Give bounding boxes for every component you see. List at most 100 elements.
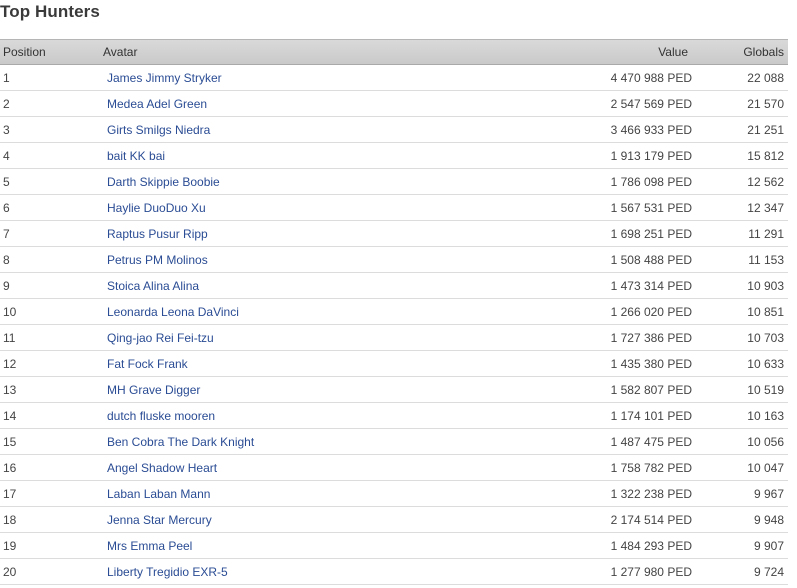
column-header-position[interactable]: Position — [0, 39, 100, 65]
globals-cell: 10 903 — [692, 272, 788, 299]
position-cell: 13 — [0, 376, 100, 403]
avatar-link[interactable]: Girts Smilgs Niedra — [107, 123, 210, 137]
avatar-link[interactable]: MH Grave Digger — [107, 383, 200, 397]
value-cell: 1 913 179 PED — [400, 142, 692, 169]
table-row: 3 Girts Smilgs Niedra 3 466 933 PED 21 251 — [0, 116, 788, 143]
avatar-link[interactable]: Laban Laban Mann — [107, 487, 210, 501]
column-header-value[interactable]: Value — [400, 39, 692, 65]
avatar-cell: MH Grave Digger — [100, 376, 400, 403]
top-hunters-table: Position Avatar Value Globals 1 James Jim… — [0, 39, 788, 585]
value-cell: 1 582 807 PED — [400, 376, 692, 403]
position-cell: 16 — [0, 454, 100, 481]
table-row: 9 Stoica Alina Alina 1 473 314 PED 10 903 — [0, 272, 788, 299]
value-cell: 1 698 251 PED — [400, 220, 692, 247]
globals-cell: 10 047 — [692, 454, 788, 481]
avatar-link[interactable]: Leonarda Leona DaVinci — [107, 305, 239, 319]
avatar-link[interactable]: Haylie DuoDuo Xu — [107, 201, 206, 215]
table-row: 4 bait KK bai 1 913 179 PED 15 812 — [0, 142, 788, 169]
table-row: 6 Haylie DuoDuo Xu 1 567 531 PED 12 347 — [0, 194, 788, 221]
table-header-row: Position Avatar Value Globals — [0, 39, 788, 65]
page-title: Top Hunters — [0, 2, 100, 21]
position-cell: 17 — [0, 480, 100, 507]
value-cell: 1 487 475 PED — [400, 428, 692, 455]
avatar-cell: James Jimmy Stryker — [100, 64, 400, 91]
avatar-cell: Haylie DuoDuo Xu — [100, 194, 400, 221]
avatar-link[interactable]: Jenna Star Mercury — [107, 513, 212, 527]
table-row: 2 Medea Adel Green 2 547 569 PED 21 570 — [0, 90, 788, 117]
position-cell: 10 — [0, 298, 100, 325]
position-cell: 14 — [0, 402, 100, 429]
position-cell: 18 — [0, 506, 100, 533]
table-row: 17 Laban Laban Mann 1 322 238 PED 9 967 — [0, 480, 788, 507]
position-cell: 9 — [0, 272, 100, 299]
globals-cell: 21 251 — [692, 116, 788, 143]
avatar-link[interactable]: Stoica Alina Alina — [107, 279, 199, 293]
avatar-link[interactable]: bait KK bai — [107, 149, 165, 163]
avatar-cell: Petrus PM Molinos — [100, 246, 400, 273]
table-row: 13 MH Grave Digger 1 582 807 PED 10 519 — [0, 376, 788, 403]
globals-cell: 11 153 — [692, 246, 788, 273]
avatar-link[interactable]: Mrs Emma Peel — [107, 539, 192, 553]
table-row: 5 Darth Skippie Boobie 1 786 098 PED 12 562 — [0, 168, 788, 195]
value-cell: 1 266 020 PED — [400, 298, 692, 325]
position-cell: 15 — [0, 428, 100, 455]
avatar-link[interactable]: Raptus Pusur Ripp — [107, 227, 208, 241]
table-row: 11 Qing-jao Rei Fei-tzu 1 727 386 PED 10 70… — [0, 324, 788, 351]
table-row: 14 dutch fluske mooren 1 174 101 PED 10 163 — [0, 402, 788, 429]
position-cell: 7 — [0, 220, 100, 247]
avatar-link[interactable]: dutch fluske mooren — [107, 409, 215, 423]
value-cell: 3 466 933 PED — [400, 116, 692, 143]
avatar-link[interactable]: Qing-jao Rei Fei-tzu — [107, 331, 214, 345]
avatar-cell: Stoica Alina Alina — [100, 272, 400, 299]
avatar-cell: Jenna Star Mercury — [100, 506, 400, 533]
globals-cell: 12 347 — [692, 194, 788, 221]
table-row: 19 Mrs Emma Peel 1 484 293 PED 9 907 — [0, 532, 788, 559]
column-header-globals[interactable]: Globals — [692, 39, 788, 65]
globals-cell: 9 907 — [692, 532, 788, 559]
avatar-link[interactable]: Liberty Tregidio EXR-5 — [107, 565, 228, 579]
column-header-avatar[interactable]: Avatar — [100, 39, 400, 65]
globals-cell: 10 851 — [692, 298, 788, 325]
position-cell: 12 — [0, 350, 100, 377]
avatar-cell: Angel Shadow Heart — [100, 454, 400, 481]
avatar-cell: Fat Fock Frank — [100, 350, 400, 377]
avatar-link[interactable]: Petrus PM Molinos — [107, 253, 208, 267]
avatar-cell: Darth Skippie Boobie — [100, 168, 400, 195]
avatar-cell: Ben Cobra The Dark Knight — [100, 428, 400, 455]
position-cell: 2 — [0, 90, 100, 117]
value-cell: 1 473 314 PED — [400, 272, 692, 299]
table-row: 10 Leonarda Leona DaVinci 1 266 020 PED 10 … — [0, 298, 788, 325]
value-cell: 1 484 293 PED — [400, 532, 692, 559]
avatar-link[interactable]: Darth Skippie Boobie — [107, 175, 220, 189]
position-cell: 4 — [0, 142, 100, 169]
value-cell: 1 277 980 PED — [400, 558, 692, 585]
position-cell: 3 — [0, 116, 100, 143]
avatar-link[interactable]: Ben Cobra The Dark Knight — [107, 435, 254, 449]
avatar-link[interactable]: James Jimmy Stryker — [107, 71, 222, 85]
table-row: 20 Liberty Tregidio EXR-5 1 277 980 PED 9 7… — [0, 558, 788, 585]
avatar-link[interactable]: Angel Shadow Heart — [107, 461, 217, 475]
position-cell: 1 — [0, 64, 100, 91]
globals-cell: 21 570 — [692, 90, 788, 117]
avatar-cell: Leonarda Leona DaVinci — [100, 298, 400, 325]
value-cell: 1 322 238 PED — [400, 480, 692, 507]
avatar-link[interactable]: Fat Fock Frank — [107, 357, 188, 371]
avatar-cell: dutch fluske mooren — [100, 402, 400, 429]
value-cell: 2 547 569 PED — [400, 90, 692, 117]
globals-cell: 9 948 — [692, 506, 788, 533]
avatar-cell: Girts Smilgs Niedra — [100, 116, 400, 143]
position-cell: 5 — [0, 168, 100, 195]
globals-cell: 12 562 — [692, 168, 788, 195]
globals-cell: 11 291 — [692, 220, 788, 247]
value-cell: 1 435 380 PED — [400, 350, 692, 377]
avatar-cell: Liberty Tregidio EXR-5 — [100, 558, 400, 585]
globals-cell: 10 163 — [692, 402, 788, 429]
position-cell: 19 — [0, 532, 100, 559]
value-cell: 1 786 098 PED — [400, 168, 692, 195]
avatar-link[interactable]: Medea Adel Green — [107, 97, 207, 111]
globals-cell: 15 812 — [692, 142, 788, 169]
globals-cell: 10 703 — [692, 324, 788, 351]
value-cell: 1 758 782 PED — [400, 454, 692, 481]
avatar-cell: bait KK bai — [100, 142, 400, 169]
avatar-cell: Laban Laban Mann — [100, 480, 400, 507]
